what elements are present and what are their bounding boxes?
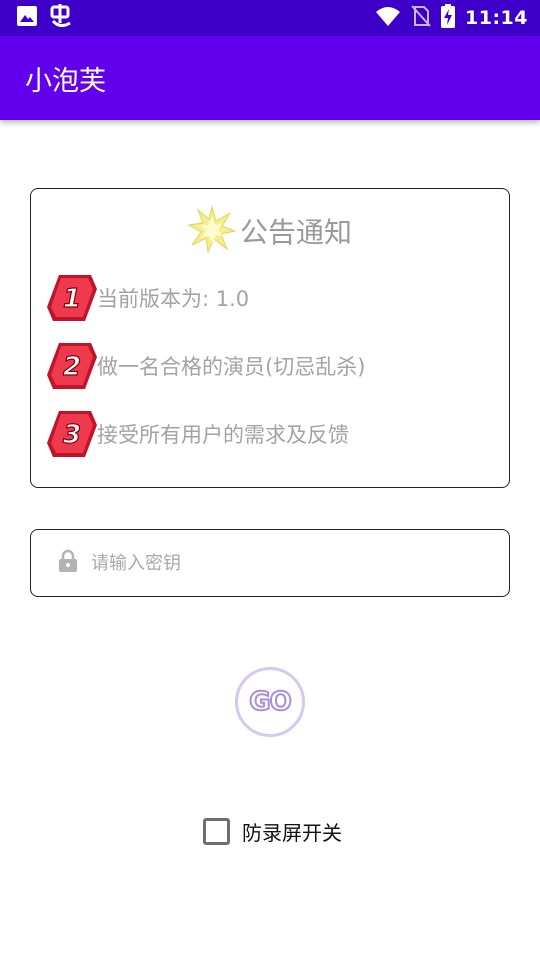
no-sim-icon — [411, 4, 431, 32]
notice-item-text: 接受所有用户的需求及反馈 — [97, 423, 349, 447]
bug-app-icon — [48, 3, 74, 33]
app-bar: 小泡芙 — [0, 36, 540, 120]
battery-charging-icon — [441, 4, 456, 32]
number-two-badge-icon: 2 — [45, 339, 99, 393]
app-title: 小泡芙 — [25, 65, 106, 97]
record-protection-toggle[interactable]: 防录屏开关 — [203, 817, 342, 846]
record-protection-label: 防录屏开关 — [242, 821, 342, 845]
key-input[interactable] — [91, 552, 471, 574]
notice-item-text: 做一名合格的演员(切忌乱杀) — [97, 355, 366, 379]
status-time: 11:14 — [465, 7, 528, 29]
svg-text:2: 2 — [63, 352, 81, 382]
notice-item: 3 接受所有用户的需求及反馈 — [45, 407, 349, 461]
number-one-badge-icon: 1 — [45, 271, 99, 325]
go-label: GO — [248, 686, 292, 718]
notice-card: 公告通知 1 当前版本为: 1.0 2 做一名合格的演员(切忌乱杀) 3 接受所… — [30, 188, 510, 488]
notice-item: 1 当前版本为: 1.0 — [45, 271, 249, 325]
wifi-icon — [375, 5, 401, 31]
notice-header: 公告通知 — [31, 205, 509, 257]
svg-text:3: 3 — [63, 420, 81, 450]
notice-item: 2 做一名合格的演员(切忌乱杀) — [45, 339, 365, 393]
notice-item-text: 当前版本为: 1.0 — [97, 287, 250, 311]
status-right-icons: 11:14 — [375, 4, 528, 32]
key-field[interactable] — [30, 529, 510, 597]
svg-text:1: 1 — [63, 284, 81, 314]
status-bar: 11:14 — [0, 0, 540, 36]
record-protection-checkbox[interactable] — [203, 818, 230, 845]
lock-icon — [57, 549, 79, 577]
image-icon — [16, 5, 38, 31]
status-left-icons — [16, 3, 74, 33]
notice-title: 公告通知 — [239, 216, 352, 249]
go-button[interactable]: GO — [235, 667, 305, 737]
number-three-badge-icon: 3 — [45, 407, 99, 461]
starburst-icon — [187, 205, 237, 257]
